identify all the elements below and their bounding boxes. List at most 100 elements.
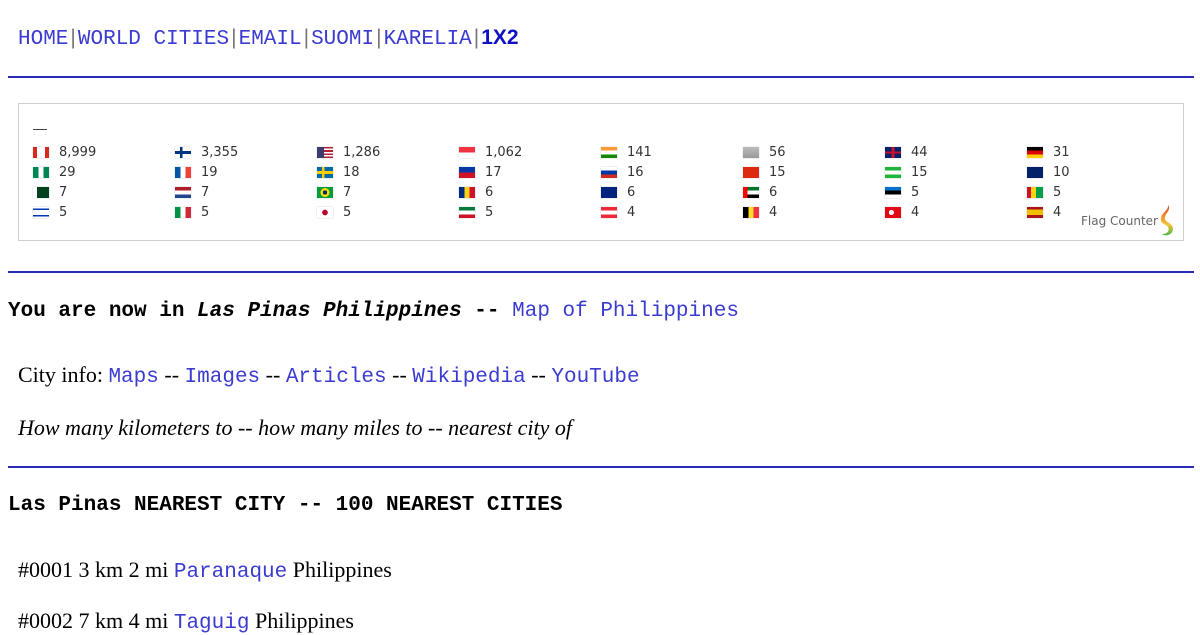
flag-us-icon bbox=[317, 146, 333, 158]
location-place: Las Pinas Philippines bbox=[197, 300, 462, 323]
nav-separator: | bbox=[231, 26, 237, 49]
city-country: Philippines bbox=[287, 557, 392, 582]
flag-in-icon bbox=[601, 146, 617, 158]
flag-cn-icon bbox=[743, 166, 759, 178]
nav-separator: | bbox=[473, 26, 480, 49]
flag-counter-entry: 6 bbox=[601, 182, 741, 202]
flag-counter-entry: 6 bbox=[459, 182, 599, 202]
flag-gb-icon bbox=[885, 146, 901, 158]
flag-nz-icon bbox=[601, 186, 617, 198]
flag-counter-entry: 5 bbox=[317, 202, 457, 222]
visitor-count: 10 bbox=[1053, 164, 1070, 180]
link-separator: -- bbox=[158, 362, 185, 387]
visitor-count: 6 bbox=[485, 184, 494, 200]
visitor-count: 56 bbox=[769, 144, 786, 160]
flag-ee-icon bbox=[885, 186, 901, 198]
nav-email[interactable]: EMAIL bbox=[239, 28, 302, 51]
flag-sg-icon bbox=[459, 146, 475, 158]
divider bbox=[8, 76, 1194, 78]
location-dashes: -- bbox=[461, 300, 513, 323]
flag-kw-icon bbox=[459, 206, 475, 218]
flag-fr-icon bbox=[175, 166, 191, 178]
visitor-count: 7 bbox=[343, 184, 352, 200]
images-link[interactable]: Images bbox=[185, 366, 261, 389]
flag-nl-icon bbox=[175, 186, 191, 198]
articles-link[interactable]: Articles bbox=[286, 366, 387, 389]
flag-counter-entry: 17 bbox=[459, 162, 599, 182]
dash-mark bbox=[33, 129, 47, 130]
flag-counter-entry: 29 bbox=[33, 162, 173, 182]
flag-tr-icon bbox=[885, 206, 901, 218]
flag-counter-entry: 4 bbox=[743, 202, 883, 222]
flag-counter-entry: 44 bbox=[885, 142, 1025, 162]
flag-counter-entry: 5 bbox=[33, 202, 173, 222]
nav-separator: | bbox=[70, 26, 76, 49]
flag-il-icon bbox=[33, 206, 49, 218]
visitor-count: 17 bbox=[485, 164, 502, 180]
nearest-city-row: #0001 3 km 2 mi Paranaque Philippines bbox=[18, 557, 392, 584]
visitor-count: 7 bbox=[201, 184, 210, 200]
location-prefix: You are now in bbox=[8, 300, 198, 323]
flag-br-icon bbox=[317, 186, 333, 198]
flag-es-icon bbox=[1027, 206, 1043, 218]
flag-counter-entry: 18 bbox=[317, 162, 457, 182]
flag-counter-entry: 7 bbox=[317, 182, 457, 202]
visitor-count: 6 bbox=[627, 184, 636, 200]
flag-counter-entry: 4 bbox=[885, 202, 1025, 222]
nav-home[interactable]: HOME bbox=[18, 28, 68, 51]
visitor-count: 1,062 bbox=[485, 144, 523, 160]
flag-uz-icon bbox=[885, 166, 901, 178]
flag-se-icon bbox=[317, 166, 333, 178]
divider bbox=[8, 271, 1194, 273]
visitor-count: 6 bbox=[769, 184, 778, 200]
city-country: Philippines bbox=[249, 608, 354, 633]
city-link[interactable]: Taguig bbox=[174, 612, 250, 635]
flag-counter-entry: 5 bbox=[175, 202, 315, 222]
city-info: City info: Maps -- Images -- Articles --… bbox=[18, 362, 640, 389]
nav-world-cities[interactable]: WORLD CITIES bbox=[78, 28, 229, 51]
flag-counter-entry: 5 bbox=[885, 182, 1025, 202]
city-link[interactable]: Paranaque bbox=[174, 561, 287, 584]
flag-counter-entry: 6 bbox=[743, 182, 883, 202]
visitor-count: 4 bbox=[1053, 204, 1062, 220]
flag-at-icon bbox=[601, 206, 617, 218]
flag-counter-entry: 56 bbox=[743, 142, 883, 162]
visitor-count: 15 bbox=[911, 164, 928, 180]
flag-counter-entry: 5 bbox=[1027, 182, 1167, 202]
flag-counter-widget[interactable]: 8,999 29 7 5 3,355 19 7 5 1,286 18 7 5 1,062 17 6 5 141 1… bbox=[18, 103, 1184, 241]
city-info-label: City info: bbox=[18, 362, 109, 387]
flag-counter-entry: 1,286 bbox=[317, 142, 457, 162]
flag-ro-icon bbox=[459, 186, 475, 198]
wikipedia-link[interactable]: Wikipedia bbox=[412, 366, 525, 389]
flag-counter-logo[interactable]: Flag Counter bbox=[1081, 204, 1175, 238]
flag-gy-icon bbox=[1027, 186, 1043, 198]
nav-karelia[interactable]: KARELIA bbox=[384, 28, 472, 51]
visitor-count: 5 bbox=[343, 204, 352, 220]
visitor-count: 5 bbox=[59, 204, 68, 220]
flag-counter-entry: 5 bbox=[459, 202, 599, 222]
nav-suomi[interactable]: SUOMI bbox=[311, 28, 374, 51]
map-of-philippines-link[interactable]: Map of Philippines bbox=[512, 300, 739, 323]
youtube-link[interactable]: YouTube bbox=[551, 366, 639, 389]
visitor-count: 7 bbox=[59, 184, 68, 200]
nav-1x2[interactable]: 1X2 bbox=[481, 26, 518, 49]
visitor-count: 19 bbox=[201, 164, 218, 180]
visitor-count: 4 bbox=[769, 204, 778, 220]
flag-jp-icon bbox=[317, 206, 333, 218]
flag-counter-entry: 4 bbox=[601, 202, 741, 222]
flame-icon bbox=[1160, 205, 1173, 236]
link-separator: -- bbox=[386, 362, 413, 387]
flag-it-icon bbox=[175, 206, 191, 218]
flag-ph-icon bbox=[459, 166, 475, 178]
nearest-city-row: #0002 7 km 4 mi Taguig Philippines bbox=[18, 608, 354, 635]
flag-ru-icon bbox=[601, 166, 617, 178]
current-location: You are now in Las Pinas Philippines -- … bbox=[8, 300, 739, 323]
flag-ca-icon bbox=[33, 146, 49, 158]
visitor-count: 4 bbox=[911, 204, 920, 220]
nearest-cities-heading: Las Pinas NEAREST CITY -- 100 NEAREST CI… bbox=[8, 494, 563, 517]
maps-link[interactable]: Maps bbox=[108, 366, 158, 389]
flag-fi-icon bbox=[175, 146, 191, 158]
flag-pk-icon bbox=[33, 186, 49, 198]
flag-counter-entry: 7 bbox=[33, 182, 173, 202]
flag-unknown-icon bbox=[743, 146, 759, 158]
